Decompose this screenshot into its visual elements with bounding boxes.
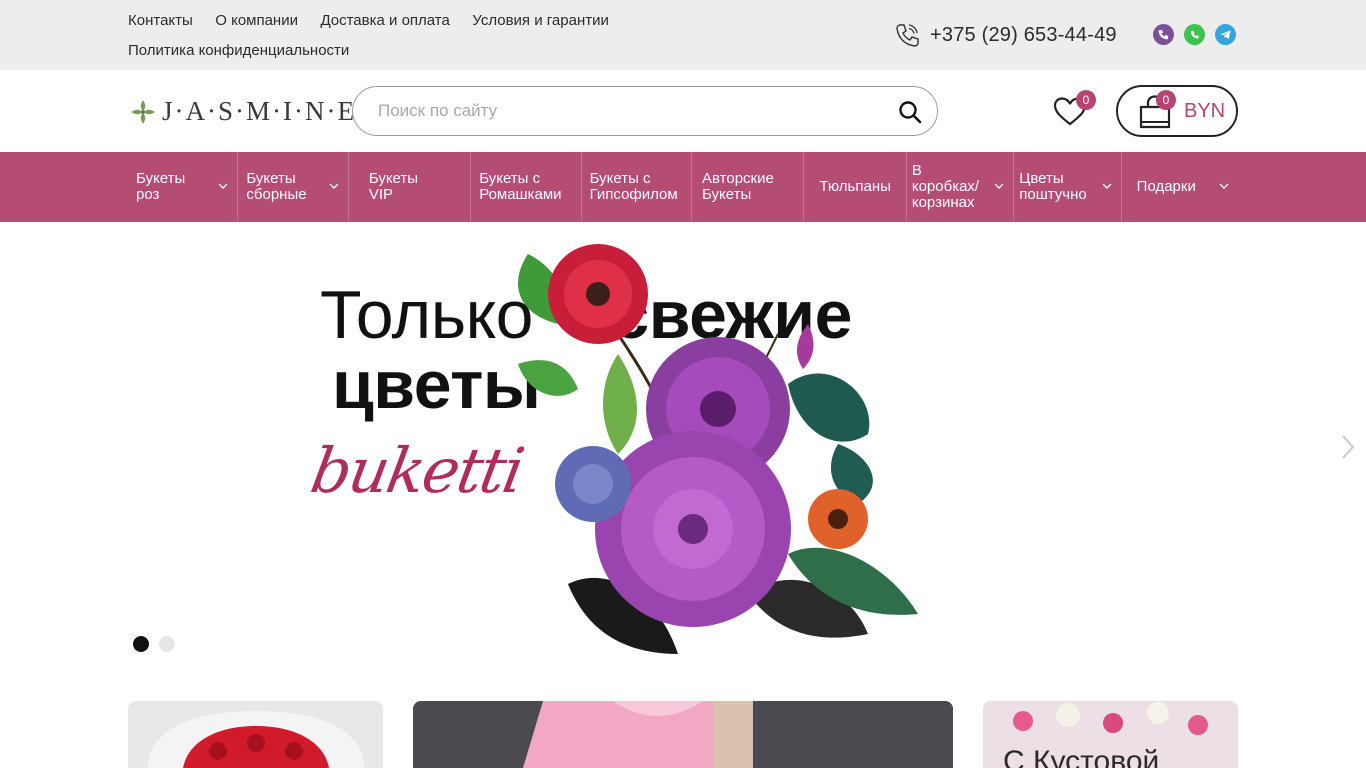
chevron-down-icon: [1219, 183, 1229, 189]
pink-sprig: [796, 324, 814, 369]
nav-label: Букеты с Гипсофилом: [589, 170, 678, 203]
purple-dahlia-main: [595, 431, 791, 627]
slider-dot-1[interactable]: [133, 636, 149, 652]
telegram-icon[interactable]: [1215, 24, 1236, 45]
main-nav: Букеты роз Букеты сборные Букеты VIP Бук…: [0, 152, 1366, 222]
nav-item-chamomile-bouquets[interactable]: Букеты с Ромашками: [471, 152, 582, 222]
slider-dot-2[interactable]: [159, 636, 175, 652]
nav-label: Букеты VIP: [368, 170, 419, 203]
nav-item-rose-bouquets[interactable]: Букеты роз: [128, 152, 239, 222]
logo-text: J·A·S·M·I·N·E: [162, 96, 356, 126]
messenger-links: [1153, 24, 1236, 45]
peonies-photo: [413, 701, 953, 768]
nav-label: Букеты роз: [136, 170, 186, 203]
promo-card-peonies[interactable]: [413, 701, 953, 768]
nav-item-tulips[interactable]: Тюльпаны: [804, 152, 907, 222]
cart-count-badge: 0: [1156, 90, 1176, 110]
chevron-down-icon: [994, 183, 1004, 189]
logo[interactable]: J·A·S·M·I·N·E: [128, 96, 356, 127]
link-contacts[interactable]: Контакты: [128, 11, 193, 30]
chevron-down-icon: [218, 183, 228, 189]
link-privacy[interactable]: Политика конфиденциальности: [128, 41, 349, 60]
promo-card-roses[interactable]: [128, 701, 383, 768]
nav-item-author-bouquets[interactable]: Авторские Букеты: [692, 152, 805, 222]
search-box: [352, 86, 938, 136]
favorites-count-badge: 0: [1076, 90, 1096, 110]
whatsapp-icon[interactable]: [1184, 24, 1205, 45]
search-icon[interactable]: [897, 99, 923, 125]
cart-button[interactable]: BYN: [1116, 85, 1238, 137]
phone-number[interactable]: +375 (29) 653-44-49: [930, 24, 1117, 47]
nav-label: Авторские Букеты: [702, 170, 774, 203]
chevron-down-icon: [1102, 183, 1112, 189]
nav-label: Букеты сборные: [246, 170, 307, 203]
nav-item-gypsophila-bouquets[interactable]: Букеты с Гипсофилом: [582, 152, 693, 222]
slider-pagination: [133, 636, 175, 652]
link-about[interactable]: О компании: [215, 11, 298, 30]
nav-item-single-flowers[interactable]: Цветы поштучно: [1014, 152, 1122, 222]
chevron-right-icon[interactable]: [1340, 434, 1356, 460]
nav-label: Букеты с Ромашками: [479, 170, 562, 203]
header: J·A·S·M·I·N·E BYN: [0, 70, 1366, 152]
flower-bouquet-illustration: [518, 244, 918, 654]
nav-label: В коробках/ корзинах: [911, 162, 980, 211]
nav-item-gifts[interactable]: Подарки: [1122, 152, 1238, 222]
top-bar: Контакты О компании Доставка и оплата Ус…: [0, 0, 1366, 70]
top-links: Контакты О компании Доставка и оплата Ус…: [128, 11, 688, 71]
nav-label: Подарки: [1136, 178, 1196, 195]
link-delivery[interactable]: Доставка и оплата: [320, 11, 449, 30]
search-input[interactable]: [378, 99, 878, 123]
red-dahlia: [548, 244, 648, 344]
orange-gerbera: [808, 489, 868, 549]
blue-dahlia: [555, 446, 631, 522]
promo-card-spray-roses[interactable]: С Кустовой: [983, 701, 1238, 768]
link-terms[interactable]: Условия и гарантии: [472, 11, 609, 30]
hero-slider: Только свежие цветы buketti: [0, 222, 1366, 665]
phone-block[interactable]: +375 (29) 653-44-49: [894, 22, 1117, 48]
nav-item-mixed-bouquets[interactable]: Букеты сборные: [238, 152, 349, 222]
nav-label: Цветы поштучно: [1019, 170, 1087, 203]
phone-icon: [896, 24, 919, 47]
nav-item-vip-bouquets[interactable]: Букеты VIP: [349, 152, 472, 222]
roses-photo: [148, 711, 364, 768]
nav-label: Тюльпаны: [819, 178, 891, 195]
viber-icon[interactable]: [1153, 24, 1174, 45]
cart-currency: BYN: [1184, 100, 1226, 122]
logo-flower-icon: [131, 99, 155, 124]
promo-card-title: С Кустовой: [1003, 745, 1160, 768]
nav-item-boxes-baskets[interactable]: В коробках/ корзинах: [907, 152, 1015, 222]
chevron-down-icon: [329, 183, 339, 189]
